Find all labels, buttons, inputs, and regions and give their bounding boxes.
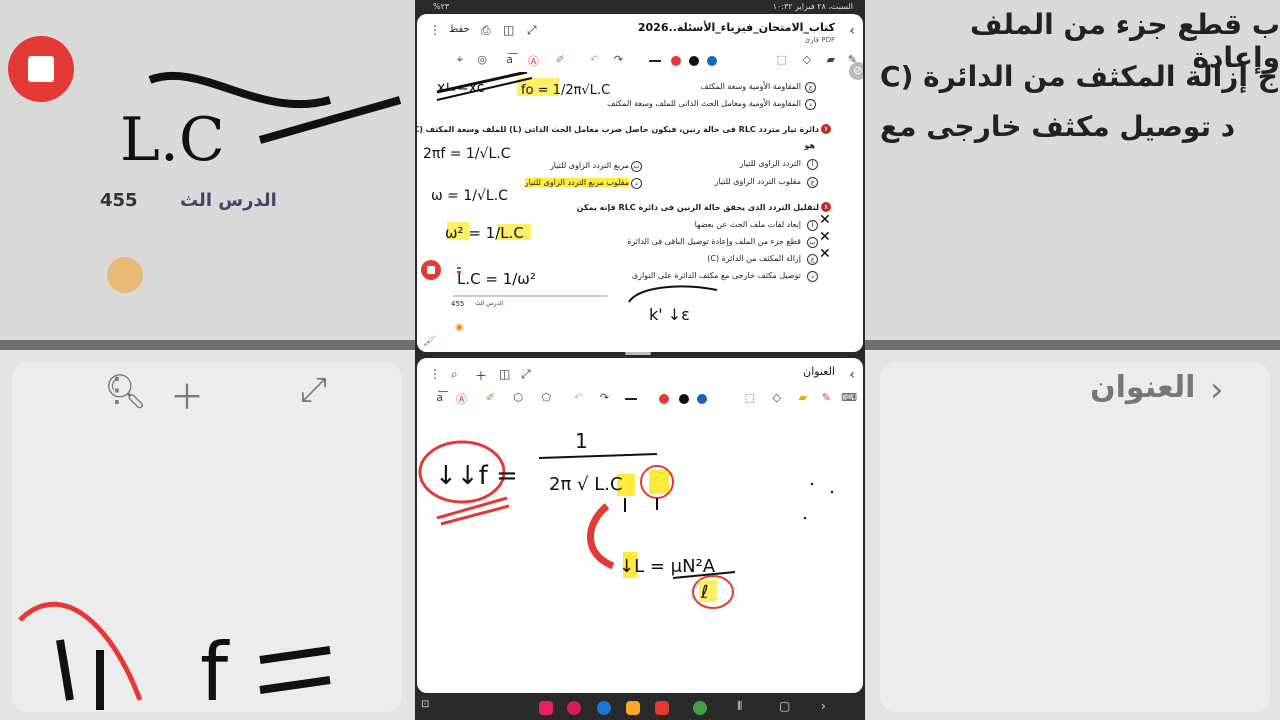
pdf-header: ‹ كتاب_الامتحان_فيزياء_الأسئلة..2026 قار… [417,14,863,50]
marker-icon[interactable]: ✐ [556,53,565,66]
back-icon[interactable]: ‹ [849,367,855,383]
add-icon[interactable]: ＋ [475,367,487,384]
color-blue-swatch[interactable] [707,56,717,66]
color-red-swatch[interactable] [671,56,681,66]
text-tool-icon[interactable]: a͞ [436,391,443,404]
save-button[interactable]: حفظ [449,24,470,35]
lasso-icon[interactable]: ⬚ [777,53,787,66]
eraser-icon[interactable]: ◇ [803,53,811,66]
highlighter-icon[interactable]: ▰ [827,53,835,66]
files-app-icon[interactable] [626,701,640,715]
text-style-icon[interactable]: Ⓐ [456,391,467,407]
whatsapp-icon[interactable] [693,701,707,715]
color-black-swatch[interactable] [689,56,699,66]
svg-text:2π √ L.C: 2π √ L.C [549,474,623,495]
line-width-icon[interactable] [649,60,661,62]
keyboard-icon[interactable]: ⌨ [841,391,857,404]
back-icon[interactable]: ‹ [849,23,855,39]
camera-app-icon[interactable] [539,701,553,715]
note-canvas[interactable]: ↓↓f = 1 2π √ L.C ↓L = μN²A ℓ [417,414,863,684]
crop-icon[interactable]: ⌖ [457,53,463,67]
text-tool-icon[interactable]: a͞ [506,53,513,66]
clock-text: السبت، ٢٨ فبراير ١٠:٣٢ [772,2,853,11]
svg-text:2πf = 1/√L.C: 2πf = 1/√L.C [423,146,511,162]
background-line-2: ج إزالة المكثف من الدائرة (C [880,60,1278,93]
svg-text:k' ↓ε: k' ↓ε [649,305,690,324]
camera-icon[interactable]: ◉ [455,322,464,333]
fullscreen-icon[interactable]: ⤢ [527,23,537,38]
shape-icon[interactable]: ◎ [477,53,487,66]
text-style-icon[interactable]: Ⓐ [528,53,539,69]
color-black-swatch[interactable] [679,394,689,404]
annotation-toolbar: ✎ ▰ ◇ ⬚ ↷ ↶ ✐ Ⓐ a͞ ◎ ⌖ [417,50,863,72]
back-button[interactable]: › [821,699,826,713]
split-view-icon[interactable]: ◫ [503,23,514,37]
pdf-app-icon[interactable] [655,701,669,715]
battery-text: %٢٣ [433,2,450,11]
svg-text:ω = 1/√L.C: ω = 1/√L.C [431,188,508,204]
split-view-icon[interactable]: ◫ [499,367,510,381]
status-bar: %٢٣ السبت، ٢٨ فبراير ١٠:٣٢ [415,0,865,14]
edge-panel-handle[interactable]: ⊘ [849,62,863,80]
browser-app-icon[interactable] [597,701,611,715]
lasso-select-icon[interactable]: ⬡ [513,391,523,404]
screenshot-icon[interactable]: ⊡ [421,699,429,710]
svg-text:L.C: L.C [120,105,225,175]
note-title[interactable]: العنوان [803,365,835,378]
highlighter-icon[interactable]: ▰ [799,391,807,404]
eraser-icon[interactable]: ◇ [773,391,781,404]
svg-text:ω² = 1/L.C: ω² = 1/L.C [445,224,524,242]
svg-text:↓L = μN²A: ↓L = μN²A [619,556,716,577]
shape-icon[interactable]: ⬠ [541,391,551,404]
line-width-icon[interactable] [625,398,637,400]
marker-icon[interactable]: ✐ [486,391,495,404]
lasso-icon[interactable]: ⬚ [745,391,755,404]
handwriting-layer: x∟=xc fo = 1/2π√L.C 2πf = 1/√L.C ω = 1/√… [423,72,718,324]
pen-icon[interactable]: ✎ [822,391,831,404]
brush-icon[interactable]: 🖌︎ [423,336,436,347]
notes-window: ‹ العنوان ⋮ ⌕ ＋ ◫ ⤢ ⌨ ✎ ▰ ◇ ⬚ ↷ ↶ ⬠ ⬡ ✐ … [417,358,863,693]
color-blue-swatch[interactable] [697,394,707,404]
pdf-page: ج المقاومة الأومية وسعة المكثف د المقاوم… [417,72,863,352]
svg-text:fo = 1/2π√L.C: fo = 1/2π√L.C [521,83,610,98]
flower-app-icon[interactable] [567,701,581,715]
document-title: كتاب_الامتحان_فيزياء_الأسئلة..2026 [637,21,835,34]
save-file-icon[interactable]: ⎙ [481,23,491,38]
svg-text:L.C = 1/ω²: L.C = 1/ω² [457,270,536,288]
app-subtitle: قارئ PDF [804,36,835,44]
background-card-right [880,362,1270,712]
svg-text:↓↓f =: ↓↓f = [435,461,518,491]
split-divider[interactable] [625,352,651,355]
background-title: العنوان [1090,370,1196,405]
redo-icon[interactable]: ↷ [600,391,609,404]
undo-icon[interactable]: ↶ [574,391,583,404]
background-back-icon: › [1210,370,1224,410]
more-icon[interactable]: ⋮ [429,23,441,37]
record-button[interactable] [421,260,441,280]
color-red-swatch[interactable] [659,394,669,404]
background-ink: L.C f [18,71,402,719]
fullscreen-icon[interactable]: ⤢ [521,367,531,382]
background-line-3: د توصيل مكثف خارجى مع [880,110,1236,143]
redo-icon[interactable]: ↷ [614,53,623,66]
notes-toolbar: ⌨ ✎ ▰ ◇ ⬚ ↷ ↶ ⬠ ⬡ ✐ Ⓐ a͞ [417,388,863,410]
recents-button[interactable]: ⦀ [737,699,742,714]
svg-text:1: 1 [575,429,588,453]
home-button[interactable]: ▢ [779,699,790,713]
undo-icon[interactable]: ↶ [590,53,599,66]
more-icon[interactable]: ⋮ [429,367,441,381]
search-icon[interactable]: ⌕ [451,367,458,382]
pdf-reader-window: ‹ كتاب_الامتحان_فيزياء_الأسئلة..2026 قار… [417,14,863,352]
svg-text:x∟=xc: x∟=xc [437,80,484,96]
svg-text:f: f [200,626,230,719]
navigation-bar: ⊡ ⦀ ▢ › [415,696,865,720]
tablet-screen: %٢٣ السبت، ٢٨ فبراير ١٠:٣٢ ‹ كتاب_الامتح… [415,0,865,720]
svg-text:ℓ: ℓ [700,582,708,603]
